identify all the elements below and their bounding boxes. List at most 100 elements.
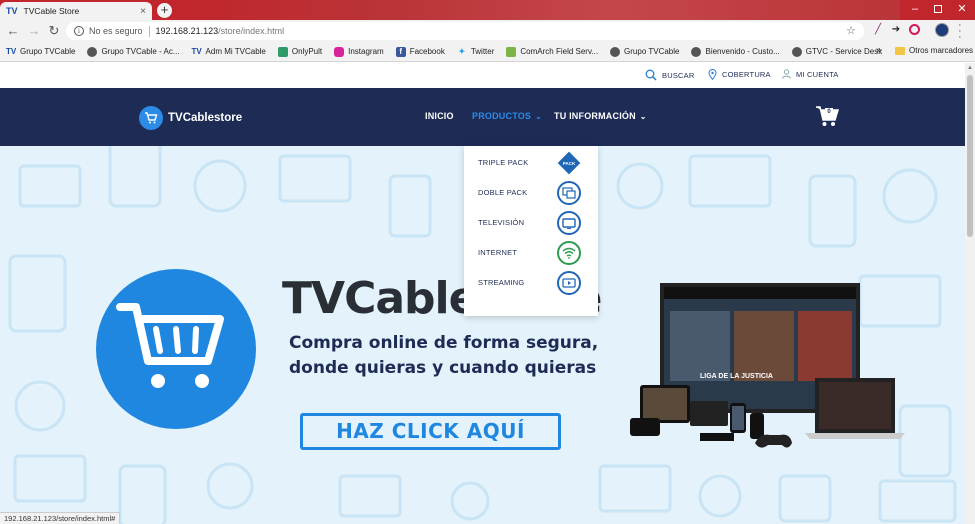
forward-button[interactable]: → xyxy=(26,23,42,39)
extension-pen-icon[interactable]: ╱ xyxy=(872,24,884,36)
globe-icon xyxy=(791,46,802,57)
menu-item-internet[interactable]: INTERNET xyxy=(464,238,598,268)
search-label: BUSCAR xyxy=(662,70,695,80)
menu-item-label: INTERNET xyxy=(478,248,518,257)
bookmark-label: GTVC - Service Desk xyxy=(805,47,883,56)
utility-bar: BUSCAR COBERTURA MI CUENTA xyxy=(0,63,965,88)
site-logo[interactable]: TVCablestore xyxy=(139,106,242,130)
globe-icon xyxy=(691,46,702,57)
menu-item-label: TELEVISIÓN xyxy=(478,218,525,227)
bookmark-label: Grupo TVCable - Ac... xyxy=(101,47,180,56)
scroll-up-icon[interactable]: ▲ xyxy=(967,65,973,71)
hero-subline-2: donde quieras y cuando quieras xyxy=(289,358,597,378)
maximize-window-button[interactable] xyxy=(925,0,951,20)
bookmark-label: Twitter xyxy=(470,47,495,56)
page-viewport: BUSCAR COBERTURA MI CUENTA TVCablestore … xyxy=(0,63,965,524)
menu-item-triple-pack[interactable]: TRIPLE PACK PACK xyxy=(464,148,598,178)
bookmark-label: Instagram xyxy=(348,47,384,56)
streaming-icon xyxy=(557,271,581,295)
nav-products[interactable]: PRODUCTOS ⌄ xyxy=(472,111,542,121)
bookmark-item[interactable]: Bienvenido - Custo... xyxy=(691,46,780,57)
devices-illustration: LIGA DE LA JUSTICIA xyxy=(630,283,905,448)
tvcable-favicon-icon: TV xyxy=(6,6,18,16)
address-bar[interactable]: i No es seguro 192.168.21.123 /store/ind… xyxy=(66,22,864,40)
account-link[interactable]: MI CUENTA xyxy=(782,69,839,79)
bookmark-item[interactable]: OnlyPult xyxy=(277,46,322,57)
globe-icon xyxy=(87,46,98,57)
location-pin-icon xyxy=(708,69,717,80)
bookmarks-bar: TV Grupo TVCable Grupo TVCable - Ac... TV… xyxy=(0,42,975,62)
browser-tab-active[interactable]: TV TVCable Store × xyxy=(0,2,152,20)
other-bookmarks-label: Otros marcadores xyxy=(909,46,974,55)
screen-caption: LIGA DE LA JUSTICIA xyxy=(700,373,773,380)
page-scrollbar[interactable]: ▲ xyxy=(965,63,975,524)
tvcable-icon: TV xyxy=(191,46,202,56)
bookmark-item[interactable]: TV Adm Mi TVCable xyxy=(192,47,266,57)
bookmark-item[interactable]: ComArch Field Serv... xyxy=(506,46,598,57)
tvcable-icon: TV xyxy=(6,46,17,56)
scrollbar-thumb[interactable] xyxy=(967,75,973,237)
extension-arrow-icon[interactable]: ➔ xyxy=(890,24,902,36)
new-tab-button[interactable]: + xyxy=(157,3,172,18)
hero-cart-circle xyxy=(96,269,256,429)
menu-item-label: DOBLE PACK xyxy=(478,188,528,197)
bookmark-item[interactable]: GTVC - Service Desk xyxy=(791,46,883,57)
hero-subheadline: Compra online de forma segura, donde qui… xyxy=(289,331,598,381)
coverage-label: COBERTURA xyxy=(722,70,771,79)
bookmark-item[interactable]: f Facebook xyxy=(395,46,445,57)
coverage-link[interactable]: COBERTURA xyxy=(708,69,771,80)
tab-close-icon[interactable]: × xyxy=(140,6,146,17)
bookmark-label: Adm Mi TVCable xyxy=(205,47,266,56)
twitter-icon: ✦ xyxy=(458,46,466,56)
browser-menu-icon[interactable]: · · · xyxy=(958,20,964,43)
logo-text: TVCablestore xyxy=(168,112,243,124)
menu-item-streaming[interactable]: STREAMING xyxy=(464,268,598,298)
info-icon[interactable]: i xyxy=(74,26,84,36)
products-dropdown-menu: TRIPLE PACK PACK DOBLE PACK TELEVISIÓN I… xyxy=(464,146,598,316)
instagram-icon xyxy=(334,46,345,57)
bookmark-item[interactable]: TV Grupo TVCable xyxy=(6,47,75,57)
chevron-down-icon: ⌄ xyxy=(639,112,647,121)
reload-button[interactable]: ↻ xyxy=(46,23,62,39)
status-bar-url: 192.168.21.123/store/index.html# xyxy=(0,512,121,524)
search-link[interactable]: BUSCAR xyxy=(645,69,694,81)
profile-avatar[interactable] xyxy=(935,23,949,37)
hero-subline-1: Compra online de forma segura, xyxy=(289,333,599,353)
security-label[interactable]: No es seguro xyxy=(89,26,143,36)
shopping-cart-icon xyxy=(116,303,224,388)
extension-circle-icon[interactable] xyxy=(909,24,920,35)
nav-home[interactable]: INICIO xyxy=(425,111,454,121)
bookmark-item[interactable]: Grupo TVCable - Ac... xyxy=(87,46,180,57)
click-here-button[interactable]: HAZ CLICK AQUÍ xyxy=(300,413,561,450)
search-icon xyxy=(645,69,657,81)
comarch-icon xyxy=(506,46,517,57)
back-button[interactable]: ← xyxy=(5,23,21,39)
tv-icon xyxy=(557,211,581,235)
menu-item-television[interactable]: TELEVISIÓN xyxy=(464,208,598,238)
cart-count-badge: 0 xyxy=(825,108,833,117)
tab-title: TVCable Store xyxy=(23,6,80,16)
bookmark-label: Grupo TVCable xyxy=(20,47,76,56)
nav-your-info-label: TU INFORMACIÓN xyxy=(554,111,636,121)
url-path: /store/index.html xyxy=(218,26,285,36)
folder-icon xyxy=(895,46,905,55)
nav-products-label: PRODUCTOS xyxy=(472,111,532,121)
triple-pack-icon: PACK xyxy=(557,151,581,175)
bookmark-item[interactable]: Grupo TVCable xyxy=(610,46,680,57)
nav-your-info[interactable]: TU INFORMACIÓN ⌄ xyxy=(554,111,647,121)
browser-tab-strip: TV TVCable Store × + – ✕ xyxy=(0,0,975,20)
menu-item-double-pack[interactable]: DOBLE PACK xyxy=(464,178,598,208)
onlypult-icon xyxy=(277,46,288,57)
bookmark-item[interactable]: ✦ Twitter xyxy=(457,46,495,57)
bookmarks-overflow-button[interactable]: » xyxy=(876,45,882,56)
close-window-button[interactable]: ✕ xyxy=(949,0,975,20)
bookmark-star-icon[interactable]: ☆ xyxy=(846,24,856,37)
bookmark-item[interactable]: Instagram xyxy=(334,46,384,57)
facebook-icon: f xyxy=(395,46,406,57)
url-host: 192.168.21.123 xyxy=(155,26,219,36)
svg-text:PACK: PACK xyxy=(563,161,576,166)
bookmark-label: Grupo TVCable xyxy=(624,47,680,56)
browser-toolbar: ← → ↻ i No es seguro 192.168.21.123 /sto… xyxy=(0,20,975,43)
other-bookmarks-folder[interactable]: Otros marcadores xyxy=(895,46,973,55)
double-pack-icon xyxy=(557,181,581,205)
